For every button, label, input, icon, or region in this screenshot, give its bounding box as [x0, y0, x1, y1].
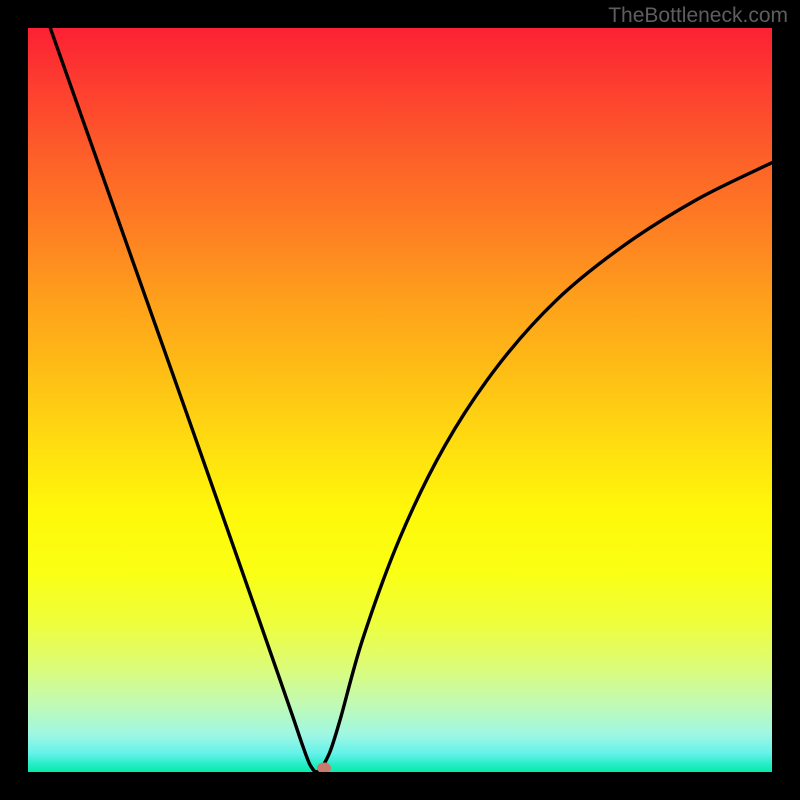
watermark-text: TheBottleneck.com [608, 4, 788, 28]
optimal-point-marker [317, 763, 331, 772]
chart-plot-area [28, 28, 772, 772]
bottleneck-curve [28, 28, 772, 772]
